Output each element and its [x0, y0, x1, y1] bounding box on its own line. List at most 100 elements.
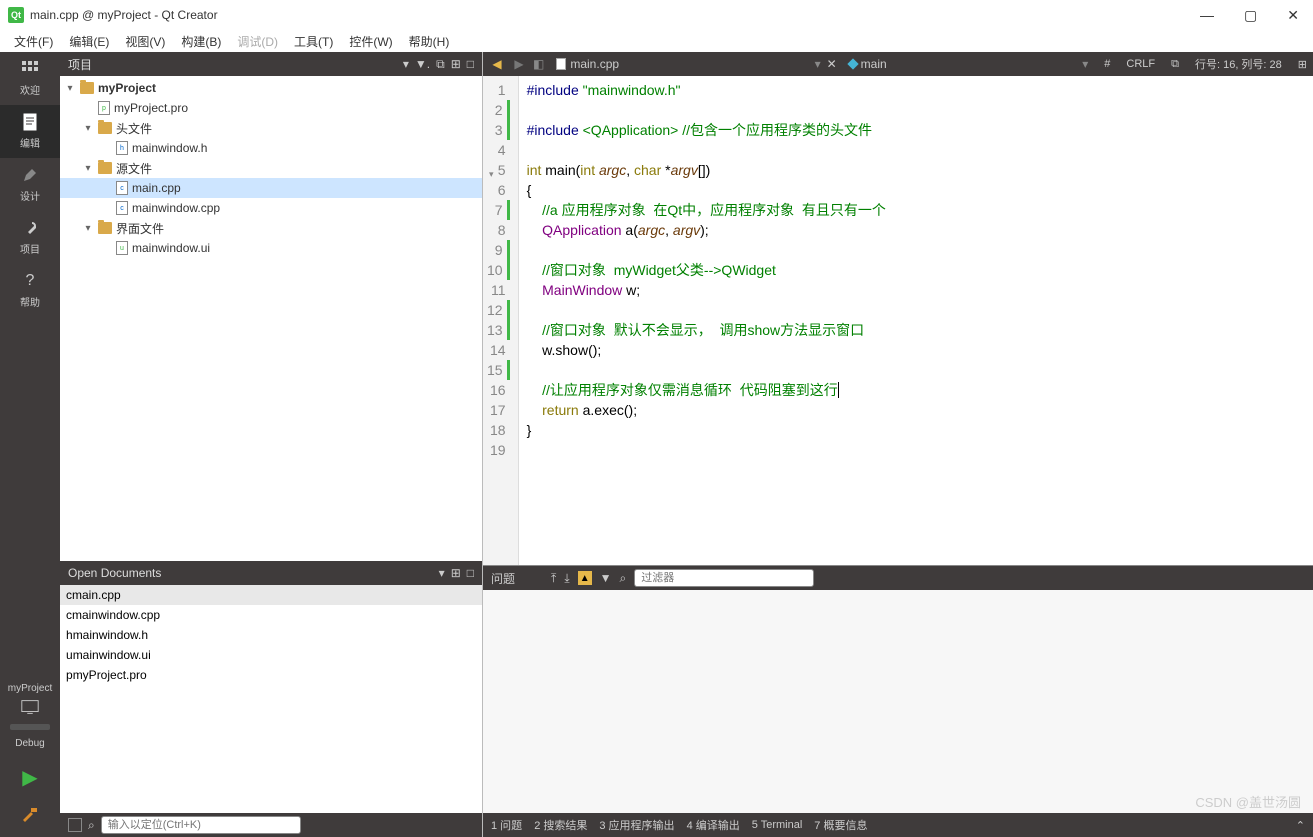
- nav-back-button[interactable]: ◀: [489, 57, 505, 71]
- open-doc-item[interactable]: pmyProject.pro: [60, 665, 482, 685]
- line-number[interactable]: 12: [487, 300, 510, 320]
- code-line[interactable]: #include <QApplication> //包含一个应用程序类的头文件: [527, 120, 886, 140]
- file-tab[interactable]: main.cpp: [550, 57, 625, 71]
- split-icon[interactable]: □: [467, 566, 474, 580]
- collapse-icon[interactable]: ⌃: [1296, 819, 1305, 832]
- line-number[interactable]: 2: [487, 100, 510, 120]
- nav-icon[interactable]: ⤓: [564, 571, 569, 586]
- open-doc-item[interactable]: hmainwindow.h: [60, 625, 482, 645]
- line-number[interactable]: 18: [487, 420, 510, 440]
- open-doc-item[interactable]: cmain.cpp: [60, 585, 482, 605]
- expand-arrow-icon[interactable]: ▾: [82, 163, 94, 174]
- line-number[interactable]: 9: [487, 240, 510, 260]
- maximize-button[interactable]: ▢: [1238, 5, 1263, 26]
- line-number[interactable]: 15: [487, 360, 510, 380]
- open-doc-item[interactable]: umainwindow.ui: [60, 645, 482, 665]
- locator-button[interactable]: [68, 818, 82, 832]
- cursor-position[interactable]: 行号: 16, 列号: 28: [1195, 56, 1282, 72]
- line-number[interactable]: 4: [487, 140, 510, 160]
- menu-item[interactable]: 调试(D): [231, 31, 284, 52]
- line-number[interactable]: 11: [487, 280, 510, 300]
- line-number[interactable]: 3: [487, 120, 510, 140]
- tree-row[interactable]: cmainwindow.cpp: [60, 198, 482, 218]
- menu-item[interactable]: 控件(W): [343, 31, 398, 52]
- rail-edit[interactable]: 编辑: [0, 105, 60, 158]
- line-number[interactable]: 13: [487, 320, 510, 340]
- dropdown-icon[interactable]: ▾: [1082, 57, 1088, 71]
- tree-row[interactable]: ▾源文件: [60, 158, 482, 178]
- project-tree[interactable]: ▾myProjectpmyProject.pro▾头文件hmainwindow.…: [60, 76, 482, 561]
- rail-help[interactable]: ? 帮助: [0, 264, 60, 317]
- bottom-tab[interactable]: 2 搜索结果: [534, 817, 587, 833]
- add-icon[interactable]: ⊞: [451, 566, 461, 580]
- bottom-tab[interactable]: 1 问题: [491, 817, 522, 833]
- tree-row[interactable]: pmyProject.pro: [60, 98, 482, 118]
- code-line[interactable]: #include "mainwindow.h": [527, 80, 886, 100]
- menu-item[interactable]: 构建(B): [175, 31, 227, 52]
- line-number[interactable]: 19: [487, 440, 510, 460]
- filter-icon[interactable]: ▼.: [415, 57, 430, 71]
- menu-item[interactable]: 视图(V): [119, 31, 171, 52]
- filter-icon[interactable]: ▼: [600, 571, 612, 585]
- tree-row[interactable]: ▾myProject: [60, 78, 482, 98]
- tree-row[interactable]: cmain.cpp: [60, 178, 482, 198]
- line-number[interactable]: 6: [487, 180, 510, 200]
- split-view-icon[interactable]: ⊞: [1298, 58, 1307, 71]
- issues-body[interactable]: [483, 590, 1313, 813]
- code-line[interactable]: QApplication a(argc, argv);: [527, 220, 886, 240]
- rail-design[interactable]: 设计: [0, 158, 60, 211]
- line-number[interactable]: 1: [487, 80, 510, 100]
- close-button[interactable]: ✕: [1281, 5, 1305, 26]
- line-gutter[interactable]: 1234▾5678910111213141516171819: [483, 76, 519, 565]
- open-docs-list[interactable]: cmain.cppcmainwindow.cpphmainwindow.huma…: [60, 585, 482, 813]
- expand-arrow-icon[interactable]: ▾: [82, 223, 94, 234]
- locator-input[interactable]: [101, 816, 301, 834]
- code-line[interactable]: [527, 360, 886, 380]
- expand-arrow-icon[interactable]: ▾: [64, 83, 76, 94]
- code-line[interactable]: {: [527, 180, 886, 200]
- tree-row[interactable]: ▾头文件: [60, 118, 482, 138]
- tree-row[interactable]: ▾界面文件: [60, 218, 482, 238]
- link-icon[interactable]: ⧉: [436, 57, 445, 72]
- split-icon[interactable]: □: [467, 57, 474, 71]
- dropdown-icon[interactable]: ▾: [403, 57, 409, 71]
- nav-forward-button[interactable]: ▶: [511, 57, 527, 71]
- issues-filter-input[interactable]: [634, 569, 814, 587]
- code-line[interactable]: //a 应用程序对象 在Qt中，应用程序对象 有且只有一个: [527, 200, 886, 220]
- code-line[interactable]: [527, 440, 886, 460]
- code-area[interactable]: #include "mainwindow.h" #include <QAppli…: [519, 76, 894, 565]
- code-line[interactable]: //窗口对象 myWidget父类-->QWidget: [527, 260, 886, 280]
- tree-row[interactable]: hmainwindow.h: [60, 138, 482, 158]
- bottom-tab[interactable]: 7 概要信息: [814, 817, 867, 833]
- symbol-tab[interactable]: main: [843, 57, 893, 71]
- bottom-tab[interactable]: 3 应用程序输出: [599, 817, 674, 833]
- menu-item[interactable]: 工具(T): [288, 31, 339, 52]
- rail-welcome[interactable]: 欢迎: [0, 52, 60, 105]
- code-line[interactable]: [527, 240, 886, 260]
- code-line[interactable]: //让应用程序对象仅需消息循环 代码阻塞到这行: [527, 380, 886, 400]
- close-tab-icon[interactable]: ✕: [827, 57, 837, 71]
- code-line[interactable]: w.show();: [527, 340, 886, 360]
- nav-icon[interactable]: ⤒: [551, 571, 556, 586]
- code-line[interactable]: [527, 140, 886, 160]
- code-line[interactable]: int main(int argc, char *argv[]): [527, 160, 886, 180]
- code-line[interactable]: return a.exec();: [527, 400, 886, 420]
- tree-row[interactable]: umainwindow.ui: [60, 238, 482, 258]
- menu-item[interactable]: 文件(F): [8, 31, 59, 52]
- menu-item[interactable]: 帮助(H): [403, 31, 456, 52]
- bottom-tab[interactable]: 4 编译输出: [687, 817, 740, 833]
- minimize-button[interactable]: —: [1194, 5, 1220, 26]
- code-line[interactable]: }: [527, 420, 886, 440]
- rail-kit-selector[interactable]: myProject Debug: [0, 675, 60, 757]
- code-line[interactable]: //窗口对象 默认不会显示， 调用show方法显示窗口: [527, 320, 886, 340]
- rail-projects[interactable]: 项目: [0, 211, 60, 264]
- rail-run[interactable]: ▶: [0, 757, 60, 798]
- code-editor[interactable]: 1234▾5678910111213141516171819 #include …: [483, 76, 1313, 565]
- code-line[interactable]: [527, 300, 886, 320]
- warning-icon[interactable]: ▲: [578, 571, 592, 585]
- open-doc-item[interactable]: cmainwindow.cpp: [60, 605, 482, 625]
- line-number[interactable]: 8: [487, 220, 510, 240]
- add-icon[interactable]: ⊞: [451, 57, 461, 71]
- line-number[interactable]: 14: [487, 340, 510, 360]
- line-number[interactable]: ▾5: [487, 160, 510, 180]
